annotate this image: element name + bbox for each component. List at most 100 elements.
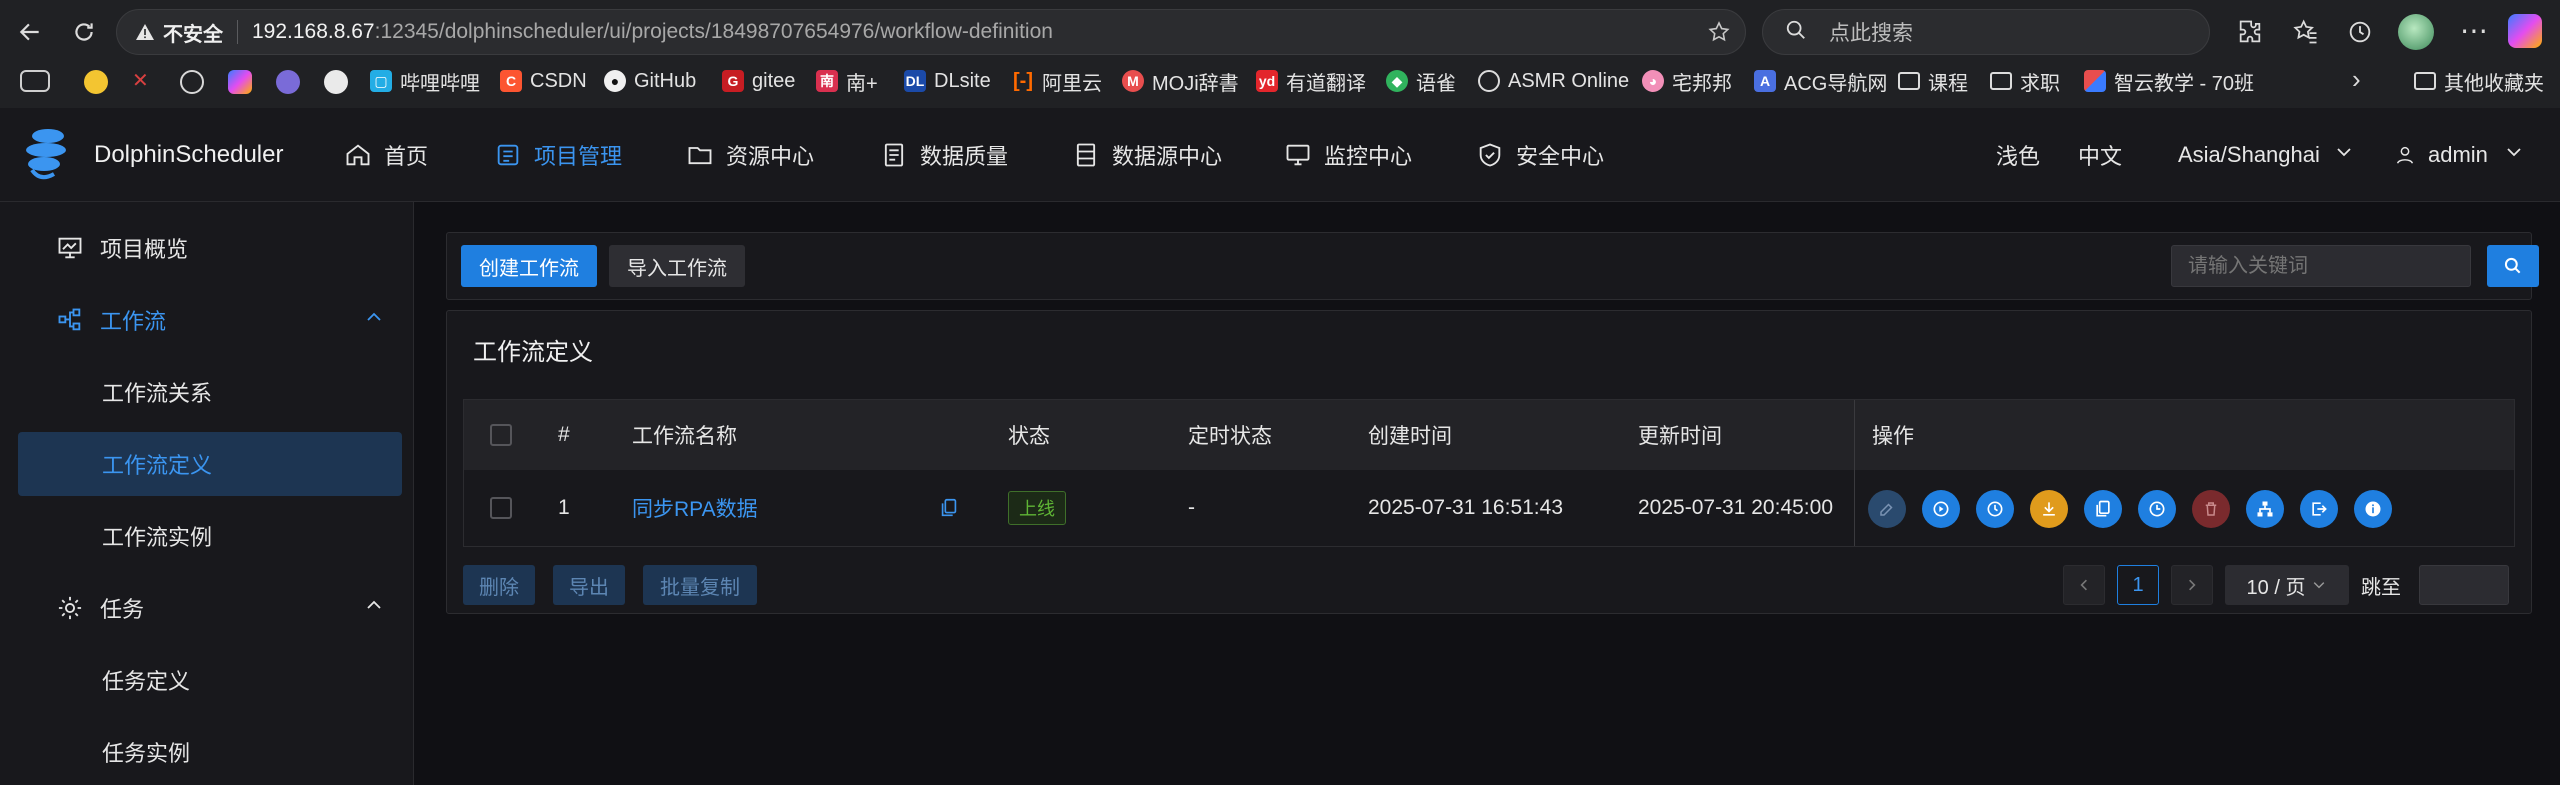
nav-monitor[interactable]: 监控中心 (1284, 108, 1412, 202)
extensions-icon[interactable] (2236, 18, 2264, 51)
create-workflow-button[interactable]: 创建工作流 (461, 245, 597, 287)
offline-button[interactable] (2030, 490, 2068, 528)
sidebar-item-task-instance[interactable]: 任务实例 (18, 720, 402, 784)
bookmark-asmr[interactable]: ASMR Online (1478, 66, 1629, 96)
bookmark-zhiyun[interactable]: 智云教学 - 70班 (2084, 66, 2254, 96)
batch-copy-button[interactable]: 批量复制 (643, 565, 757, 605)
address-bar[interactable]: 不安全 192.168.8.67 :12345/dolphinscheduler… (116, 9, 1746, 55)
security-label[interactable]: 不安全 (163, 18, 223, 47)
bookmark-purple-icon[interactable] (276, 70, 300, 94)
browser-search-bar[interactable]: 点此搜索 (1762, 9, 2210, 55)
app-launcher-icon[interactable] (20, 70, 50, 92)
bookmark-southplus[interactable]: 南南+ (816, 66, 878, 96)
nav-projects[interactable]: 项目管理 (494, 108, 622, 202)
bookmark-yuque[interactable]: ◆ 语雀 (1386, 66, 1456, 96)
openai-bookmark-icon[interactable] (180, 70, 204, 94)
prev-page-button[interactable] (2063, 565, 2105, 605)
nav-security[interactable]: 安全中心 (1476, 108, 1604, 202)
bookmark-gitee[interactable]: Ggitee (722, 66, 795, 96)
bookmark-acg[interactable]: A ACG导航网 (1754, 66, 1887, 96)
nav-home[interactable]: 首页 (344, 108, 428, 202)
search-button[interactable] (2487, 245, 2539, 287)
bookmark-aliyun[interactable]: [-] 阿里云 (1012, 66, 1102, 96)
import-workflow-button[interactable]: 导入工作流 (609, 245, 745, 287)
copy-name-icon[interactable] (938, 470, 960, 546)
chevron-right-icon[interactable]: › (2352, 64, 2361, 95)
user-icon (2396, 146, 2414, 164)
sidebar-item-task-definition[interactable]: 任务定义 (18, 648, 402, 712)
nav-resources[interactable]: 资源中心 (686, 108, 814, 202)
globe-icon (1478, 70, 1500, 92)
bookmark-github[interactable]: ● GitHub (604, 66, 696, 96)
copilot-icon[interactable] (2508, 14, 2542, 48)
sidebar-item-project-overview[interactable]: 项目概览 (18, 216, 402, 280)
export-button[interactable] (2300, 490, 2338, 528)
star-icon[interactable] (1707, 20, 1731, 49)
reload-button[interactable] (64, 12, 104, 52)
nav-data-quality[interactable]: 数据质量 (880, 108, 1008, 202)
bookmark-other-folder[interactable]: 其他收藏夹 (2414, 66, 2544, 96)
batch-export-button[interactable]: 导出 (553, 565, 625, 605)
shield-icon (1479, 143, 1501, 167)
row-checkbox[interactable] (490, 470, 512, 546)
bookmark-red-icon[interactable]: ✕ (132, 68, 149, 93)
sidebar-item-task[interactable]: 任务 (18, 576, 402, 640)
header-index: # (558, 423, 570, 446)
sidebar-item-workflow[interactable]: 工作流 (18, 288, 402, 352)
page-1-button[interactable]: 1 (2117, 565, 2159, 605)
sidebar-item-workflow-instance[interactable]: 工作流实例 (18, 504, 402, 568)
sidebar-item-workflow-definition[interactable]: 工作流定义 (18, 432, 402, 496)
tree-view-button[interactable] (2246, 490, 2284, 528)
next-page-button[interactable] (2171, 565, 2213, 605)
history-icon[interactable] (2346, 18, 2374, 51)
dolphin-logo-icon[interactable] (22, 126, 70, 184)
user-menu[interactable]: admin (2394, 108, 2536, 202)
southplus-icon: 南 (816, 70, 838, 92)
copy-workflow-button[interactable] (2084, 490, 2122, 528)
timezone-select[interactable]: Asia/Shanghai (2178, 108, 2366, 202)
theme-toggle[interactable]: 浅色 (1996, 108, 2040, 202)
delete-button[interactable] (2192, 490, 2230, 528)
sidebar: 项目概览 工作流 工作流关系 工作流定义 工作流实例 任务 任务定义 任务实例 (0, 202, 414, 785)
zhiyun-icon (2084, 70, 2106, 92)
export-icon (2312, 502, 2327, 516)
bookmark-folder-courses[interactable]: 课程 (1898, 66, 1968, 96)
bookmark-dlsite[interactable]: DL DLsite (904, 66, 991, 96)
timing-button[interactable] (1976, 490, 2014, 528)
page-size-select[interactable]: 10 / 页 (2225, 565, 2349, 605)
favorites-icon[interactable] (2292, 18, 2320, 51)
jump-page-input[interactable] (2419, 565, 2509, 605)
workflow-name-link[interactable]: 同步RPA数据 (632, 470, 758, 546)
url-path: :12345/dolphinscheduler/ui/projects/1849… (374, 20, 1053, 43)
language-select[interactable]: 中文 (2078, 108, 2122, 202)
emoji-bookmark-icon[interactable] (84, 70, 108, 94)
search-icon (1785, 19, 1807, 46)
keyword-search-input[interactable] (2171, 245, 2471, 287)
bookmark-moji[interactable]: M MOJi辞書 (1122, 66, 1239, 96)
back-button[interactable] (10, 12, 50, 52)
app-logo-text[interactable]: DolphinScheduler (94, 108, 283, 202)
run-button[interactable] (1922, 490, 1960, 528)
history-clock-icon (2149, 501, 2165, 517)
version-info-button[interactable] (2354, 490, 2392, 528)
presentation-icon (58, 237, 82, 259)
more-menu-icon[interactable]: ⋯ (2460, 14, 2488, 47)
sitemap-icon (2257, 501, 2273, 517)
bookmark-face-icon[interactable] (324, 70, 348, 94)
bookmark-youdao[interactable]: yd 有道翻译 (1256, 66, 1366, 96)
bookmark-folder-jobs[interactable]: 求职 (1990, 66, 2060, 96)
cron-manage-button[interactable] (2138, 490, 2176, 528)
copilot-bookmark-icon[interactable] (228, 70, 252, 94)
batch-delete-button[interactable]: 删除 (463, 565, 535, 605)
bookmark-csdn[interactable]: C CSDN (500, 66, 587, 96)
bookmark-bilibili[interactable]: ▢ 哔哩哔哩 (370, 66, 480, 96)
select-all-checkbox[interactable] (490, 400, 512, 470)
sidebar-item-workflow-relation[interactable]: 工作流关系 (18, 360, 402, 424)
profile-avatar[interactable] (2398, 14, 2434, 50)
nav-datasource[interactable]: 数据源中心 (1072, 108, 1222, 202)
bookmark-zhaibangbang[interactable]: ◕ 宅邦邦 (1642, 66, 1732, 96)
database-icon (1076, 143, 1096, 167)
edit-button[interactable] (1868, 490, 1906, 528)
chevron-left-icon (2080, 579, 2087, 591)
arrow-left-icon (19, 23, 39, 41)
